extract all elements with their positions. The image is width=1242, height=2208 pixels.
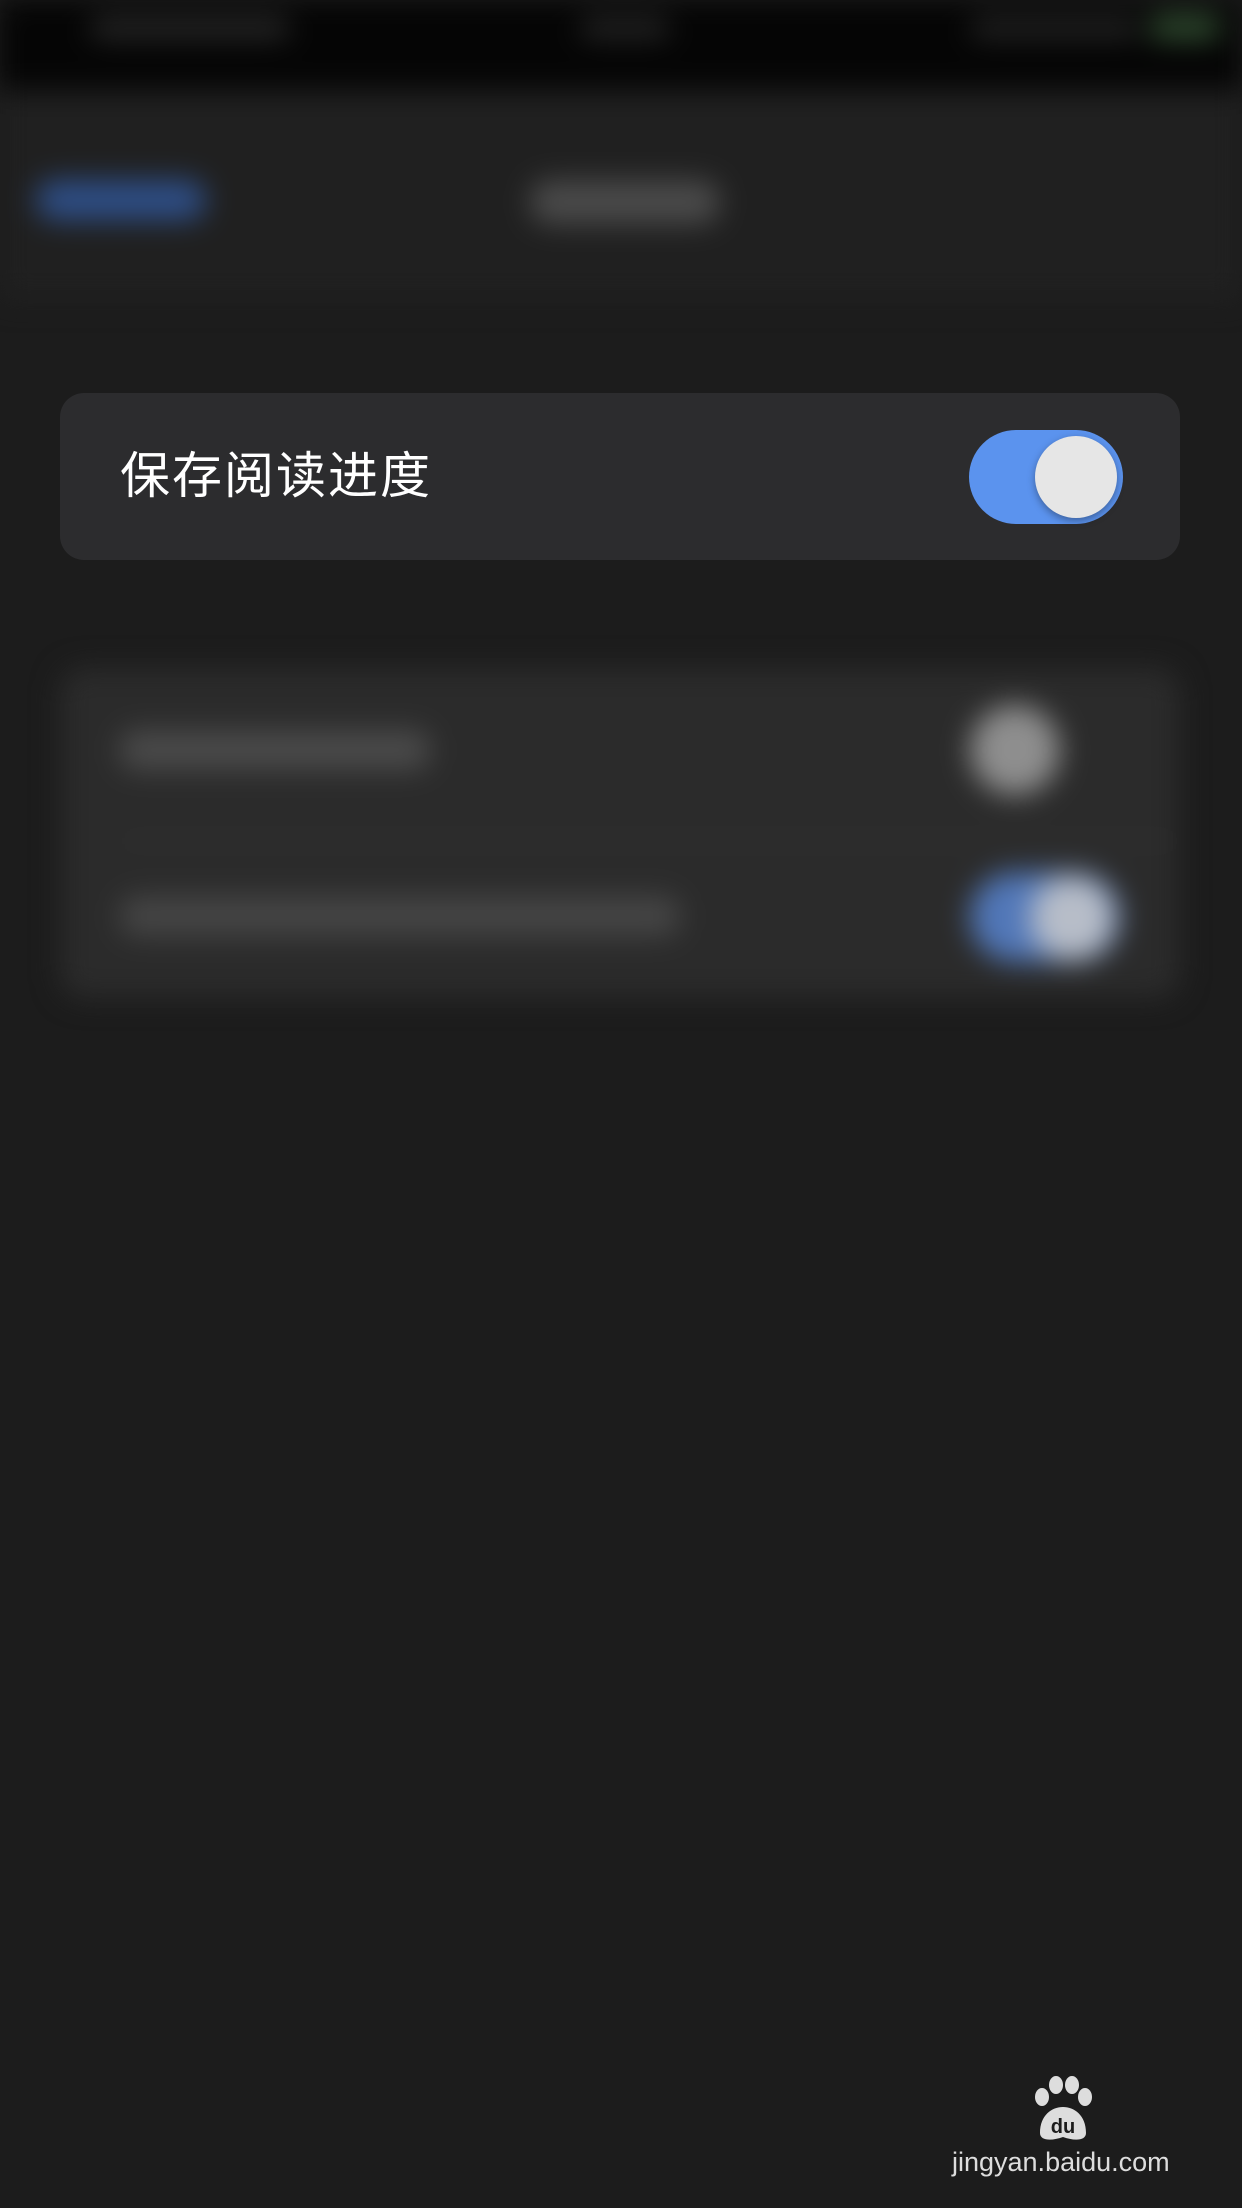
status-bar-left-blur xyxy=(90,18,290,38)
toggle-knob[interactable] xyxy=(1035,436,1117,518)
blurred-background xyxy=(0,0,1242,2208)
save-reading-progress-row[interactable]: 保存阅读进度 xyxy=(60,393,1180,560)
status-bar-right-blur xyxy=(970,18,1140,38)
page-title-blur xyxy=(530,180,720,224)
navigation-bar xyxy=(0,90,1242,300)
setting-row-2-toggle-blur xyxy=(970,872,1120,962)
status-bar-time-blur xyxy=(580,18,670,38)
back-button-blur xyxy=(36,180,206,220)
status-bar xyxy=(0,0,1242,90)
save-reading-progress-toggle[interactable] xyxy=(969,430,1123,524)
svg-text:du: du xyxy=(1051,2116,1075,2138)
baidu-paw-icon: du xyxy=(1035,2076,1092,2140)
setting-row-1-toggle-blur xyxy=(970,705,1060,795)
battery-icon xyxy=(1150,14,1220,40)
setting-row-1-label-blur xyxy=(120,730,430,770)
settings-group-blurred xyxy=(60,668,1180,998)
setting-label: 保存阅读进度 xyxy=(120,447,432,505)
watermark-url: jingyan.baidu.com xyxy=(952,2147,1170,2177)
setting-row-2-label-blur xyxy=(120,896,680,936)
watermark: du jingyan.baidu.com xyxy=(950,2075,1190,2185)
setting-row-2-knob-blur xyxy=(1030,876,1114,960)
row-divider xyxy=(120,840,1180,842)
